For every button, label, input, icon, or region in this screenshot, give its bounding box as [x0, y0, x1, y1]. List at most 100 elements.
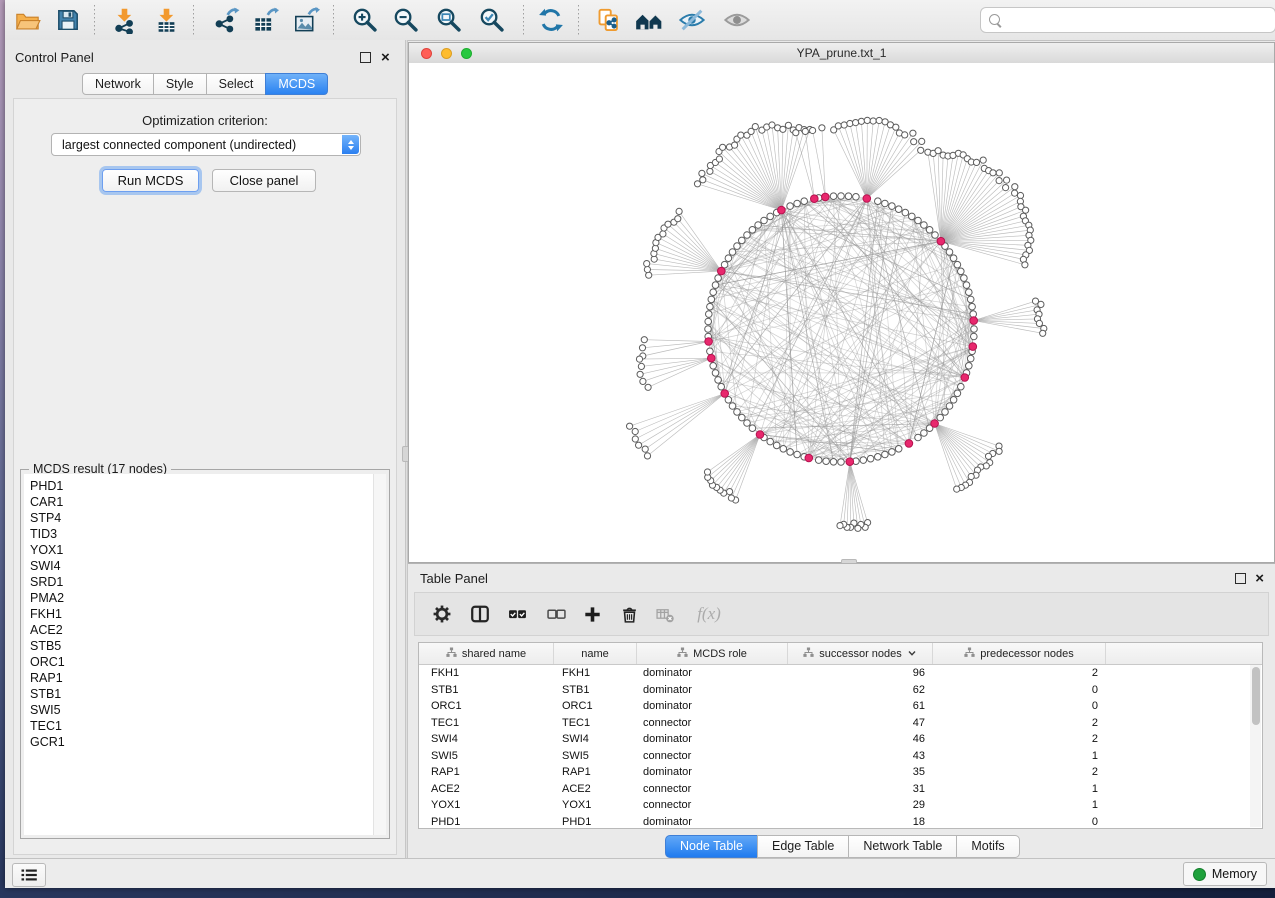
tab-style[interactable]: Style [153, 73, 207, 95]
tab-edge-table[interactable]: Edge Table [757, 835, 849, 858]
mcds-result-item[interactable]: TEC1 [24, 718, 386, 734]
mcds-tab-content: Optimization criterion: largest connecte… [13, 98, 397, 855]
first-neighbors-icon[interactable] [631, 2, 667, 38]
mcds-list-scrollbar[interactable] [373, 474, 386, 835]
mcds-result-list[interactable]: PHD1CAR1STP4TID3YOX1SWI4SRD1PMA2FKH1ACE2… [24, 474, 386, 835]
search-input[interactable] [1004, 12, 1269, 28]
select-all-rows-icon[interactable] [504, 601, 530, 627]
cell-predecessor-nodes: 0 [933, 684, 1106, 696]
save-session-icon[interactable] [50, 2, 86, 38]
import-network-icon[interactable] [106, 2, 142, 38]
column-visibility-icon[interactable] [467, 601, 493, 627]
zoom-out-icon[interactable] [388, 2, 424, 38]
cell-shared-name: SWI4 [419, 733, 554, 745]
mcds-result-item[interactable]: YOX1 [24, 542, 386, 558]
cell-shared-name: ORC1 [419, 700, 554, 712]
cell-predecessor-nodes: 1 [933, 750, 1106, 762]
zoom-fit-icon[interactable] [431, 2, 467, 38]
table-row[interactable]: SWI5SWI5connector431 [419, 748, 1262, 765]
cell-name: FKH1 [554, 667, 637, 679]
column-header-predecessor-nodes[interactable]: predecessor nodes [933, 643, 1106, 664]
open-file-icon[interactable] [9, 2, 45, 38]
table-row[interactable]: TEC1TEC1connector472 [419, 715, 1262, 732]
export-image-icon[interactable] [288, 2, 324, 38]
cell-shared-name: ACE2 [419, 783, 554, 795]
mcds-result-item[interactable]: SRD1 [24, 574, 386, 590]
column-header-name[interactable]: name [554, 643, 637, 664]
mcds-result-item[interactable]: CAR1 [24, 494, 386, 510]
criterion-select[interactable]: largest connected component (undirected) [51, 133, 361, 156]
cell-shared-name: FKH1 [419, 667, 554, 679]
mcds-result-item[interactable]: RAP1 [24, 670, 386, 686]
tab-motifs[interactable]: Motifs [956, 835, 1019, 858]
mcds-result-item[interactable]: PHD1 [24, 478, 386, 494]
close-panel-icon[interactable]: × [381, 53, 390, 63]
zoom-selected-icon[interactable] [474, 2, 510, 38]
tab-network-table[interactable]: Network Table [848, 835, 957, 858]
mcds-result-item[interactable]: STP4 [24, 510, 386, 526]
tab-select[interactable]: Select [206, 73, 267, 95]
table-row[interactable]: RAP1RAP1dominator352 [419, 764, 1262, 781]
cell-name: SWI5 [554, 750, 637, 762]
mcds-result-item[interactable]: FKH1 [24, 606, 386, 622]
mcds-result-item[interactable]: GCR1 [24, 734, 386, 750]
table-settings-gear-icon[interactable] [429, 601, 455, 627]
mcds-result-item[interactable]: ORC1 [24, 654, 386, 670]
memory-label: Memory [1212, 867, 1257, 881]
refresh-icon[interactable] [533, 2, 569, 38]
table-row[interactable]: ORC1ORC1dominator610 [419, 698, 1262, 715]
add-column-icon[interactable] [579, 601, 605, 627]
optimization-criterion-label: Optimization criterion: [14, 113, 396, 128]
cell-MCDS-role: dominator [637, 816, 788, 828]
mcds-result-item[interactable]: SWI5 [24, 702, 386, 718]
table-row[interactable]: PHD1PHD1dominator180 [419, 814, 1262, 830]
table-row[interactable]: ACE2ACE2connector311 [419, 781, 1262, 798]
network-window-titlebar[interactable]: YPA_prune.txt_1 [409, 43, 1274, 64]
mcds-result-item[interactable]: STB5 [24, 638, 386, 654]
close-table-panel-icon[interactable]: × [1255, 574, 1264, 584]
export-network-icon[interactable] [208, 2, 244, 38]
import-table-icon[interactable] [148, 2, 184, 38]
tab-node-table[interactable]: Node Table [665, 835, 758, 858]
table-row[interactable]: STB1STB1dominator620 [419, 682, 1262, 699]
cell-shared-name: TEC1 [419, 717, 554, 729]
mcds-result-item[interactable]: SWI4 [24, 558, 386, 574]
column-header-successor-nodes[interactable]: successor nodes [788, 643, 933, 664]
show-all-eye-icon[interactable] [719, 2, 755, 38]
cell-MCDS-role: dominator [637, 733, 788, 745]
cell-successor-nodes: 35 [788, 766, 933, 778]
mcds-result-item[interactable]: PMA2 [24, 590, 386, 606]
cell-shared-name: PHD1 [419, 816, 554, 828]
tab-mcds[interactable]: MCDS [265, 73, 328, 95]
memory-button[interactable]: Memory [1183, 862, 1267, 886]
run-mcds-button[interactable]: Run MCDS [102, 169, 199, 192]
float-panel-icon[interactable] [360, 52, 371, 63]
close-panel-button[interactable]: Close panel [212, 169, 316, 192]
table-row[interactable]: SWI4SWI4dominator462 [419, 731, 1262, 748]
zoom-in-icon[interactable] [347, 2, 383, 38]
task-history-button[interactable] [12, 863, 46, 887]
table-scrollbar[interactable] [1250, 665, 1261, 827]
cell-MCDS-role: dominator [637, 684, 788, 696]
mcds-result-item[interactable]: TID3 [24, 526, 386, 542]
cell-name: SWI4 [554, 733, 637, 745]
table-row[interactable]: YOX1YOX1connector291 [419, 797, 1262, 814]
deselect-all-rows-icon[interactable] [543, 601, 569, 627]
cell-shared-name: STB1 [419, 684, 554, 696]
delete-column-trash-icon[interactable] [616, 601, 642, 627]
hide-selected-eye-icon[interactable] [674, 2, 710, 38]
float-table-panel-icon[interactable] [1235, 573, 1246, 584]
copy-view-icon[interactable] [590, 2, 626, 38]
search-box[interactable] [980, 7, 1275, 33]
tab-network[interactable]: Network [82, 73, 154, 95]
column-header-MCDS-role[interactable]: MCDS role [637, 643, 788, 664]
mcds-result-item[interactable]: STB1 [24, 686, 386, 702]
cell-MCDS-role: connector [637, 717, 788, 729]
mcds-result-item[interactable]: ACE2 [24, 622, 386, 638]
table-scrollbar-thumb[interactable] [1252, 667, 1260, 725]
node-table[interactable]: shared namenameMCDS rolesuccessor nodesp… [418, 642, 1263, 829]
column-header-shared-name[interactable]: shared name [419, 643, 554, 664]
table-row[interactable]: FKH1FKH1dominator962 [419, 665, 1262, 682]
export-table-icon[interactable] [247, 2, 283, 38]
network-canvas[interactable] [409, 63, 1274, 562]
